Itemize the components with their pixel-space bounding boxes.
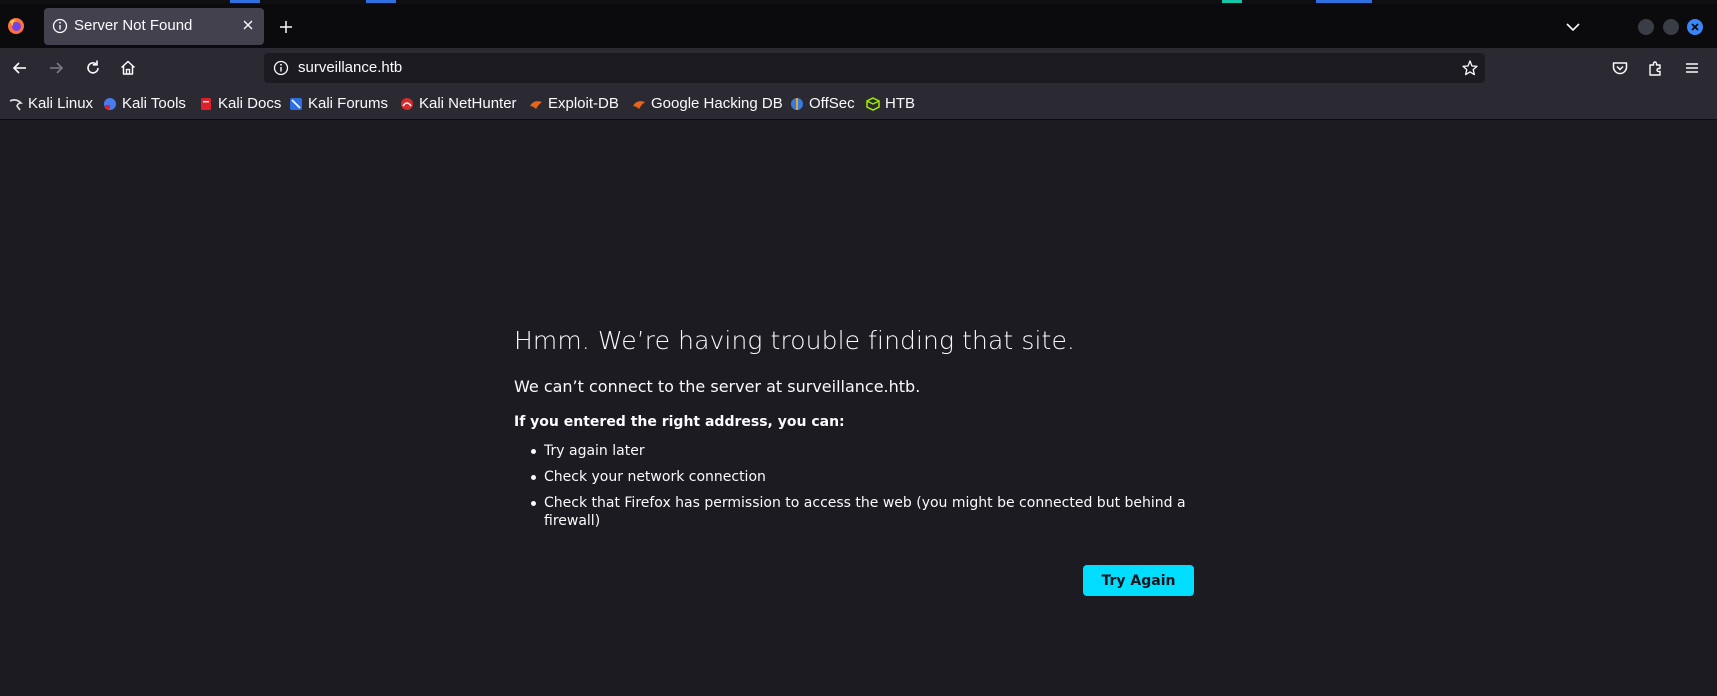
bookmark-label: Kali Tools [122,95,186,112]
bookmark-htb[interactable]: HTB [866,95,915,112]
reload-icon[interactable] [83,58,103,78]
google-hacking-db-icon [633,100,645,109]
url-text[interactable]: surveillance.htb [298,59,402,76]
firefox-logo-icon[interactable] [7,17,25,35]
tab-server-not-found[interactable]: Server Not Found [44,8,264,45]
bookmark-label: Kali Linux [28,95,94,112]
page-content: Hmm. We’re having trouble finding that s… [0,121,1717,696]
bookmark-kali-nethunter[interactable]: Kali NetHunter [400,95,517,112]
panel-indicator [1222,0,1242,3]
panel-indicator [366,0,396,3]
bookmark-label: OffSec [809,95,855,112]
list-all-tabs-chevron-down-icon[interactable] [1565,21,1581,33]
bookmark-exploit-db[interactable]: Exploit-DB [529,95,619,112]
extensions-puzzle-icon[interactable] [1646,58,1666,78]
address-bar[interactable]: surveillance.htb [264,53,1485,83]
bookmark-offsec[interactable]: OffSec [790,95,855,112]
suggestion-item: Check that Firefox has permission to acc… [531,494,1194,529]
kali-linux-icon [9,98,23,110]
try-again-button[interactable]: Try Again [1083,565,1194,596]
maximize-window-button[interactable] [1663,19,1679,35]
offsec-icon [791,97,803,110]
tab-bar: Server Not Found [0,4,1717,48]
tab-title: Server Not Found [74,17,193,34]
bookmark-kali-docs[interactable]: Kali Docs [199,95,281,112]
home-icon[interactable] [118,58,138,78]
navigation-toolbar: surveillance.htb [0,48,1717,88]
forward-arrow-icon[interactable] [46,58,66,78]
bookmark-kali-linux[interactable]: Kali Linux [9,95,93,112]
bookmark-kali-forums[interactable]: Kali Forums [289,95,388,112]
close-tab-icon[interactable] [240,17,256,33]
site-info-icon[interactable] [273,60,289,76]
back-arrow-icon[interactable] [10,58,30,78]
exploit-db-icon [530,100,542,109]
info-icon [52,18,68,34]
minimize-window-button[interactable] [1638,19,1654,35]
error-description: We can’t connect to the server at survei… [514,377,921,396]
bookmark-google-hacking-db[interactable]: Google Hacking DB [632,95,783,112]
error-container: Hmm. We’re having trouble finding that s… [514,326,1194,529]
suggestion-item: Try again later [531,442,1194,468]
close-icon [1691,23,1699,31]
bookmark-label: Exploit-DB [548,95,619,112]
error-title: Hmm. We’re having trouble finding that s… [514,326,1075,355]
bookmark-kali-tools[interactable]: Kali Tools [103,95,186,112]
pocket-icon[interactable] [1610,58,1630,78]
bookmark-label: Google Hacking DB [651,95,783,112]
kali-nethunter-icon [401,97,413,110]
new-tab-icon[interactable] [277,18,295,36]
suggestion-item: Check your network connection [531,468,1194,494]
bookmark-label: Kali Forums [308,95,389,112]
suggestions-list: Try again later Check your network conne… [531,442,1194,529]
htb-icon [866,96,880,111]
kali-forums-icon [290,97,302,110]
bookmark-star-icon[interactable] [1461,59,1479,77]
suggestions-heading: If you entered the right address, you ca… [514,414,845,430]
application-menu-icon[interactable] [1682,58,1702,78]
panel-indicator [230,0,260,3]
kali-docs-icon [201,97,211,110]
kali-tools-icon [104,97,116,110]
bookmark-label: Kali Docs [218,95,282,112]
bookmark-label: Kali NetHunter [419,95,517,112]
close-window-button[interactable] [1687,19,1703,35]
bookmark-label: HTB [885,95,915,112]
panel-indicator [1316,0,1372,3]
bookmarks-toolbar: Kali Linux Kali Tools Kali Docs Kali For… [0,88,1717,120]
